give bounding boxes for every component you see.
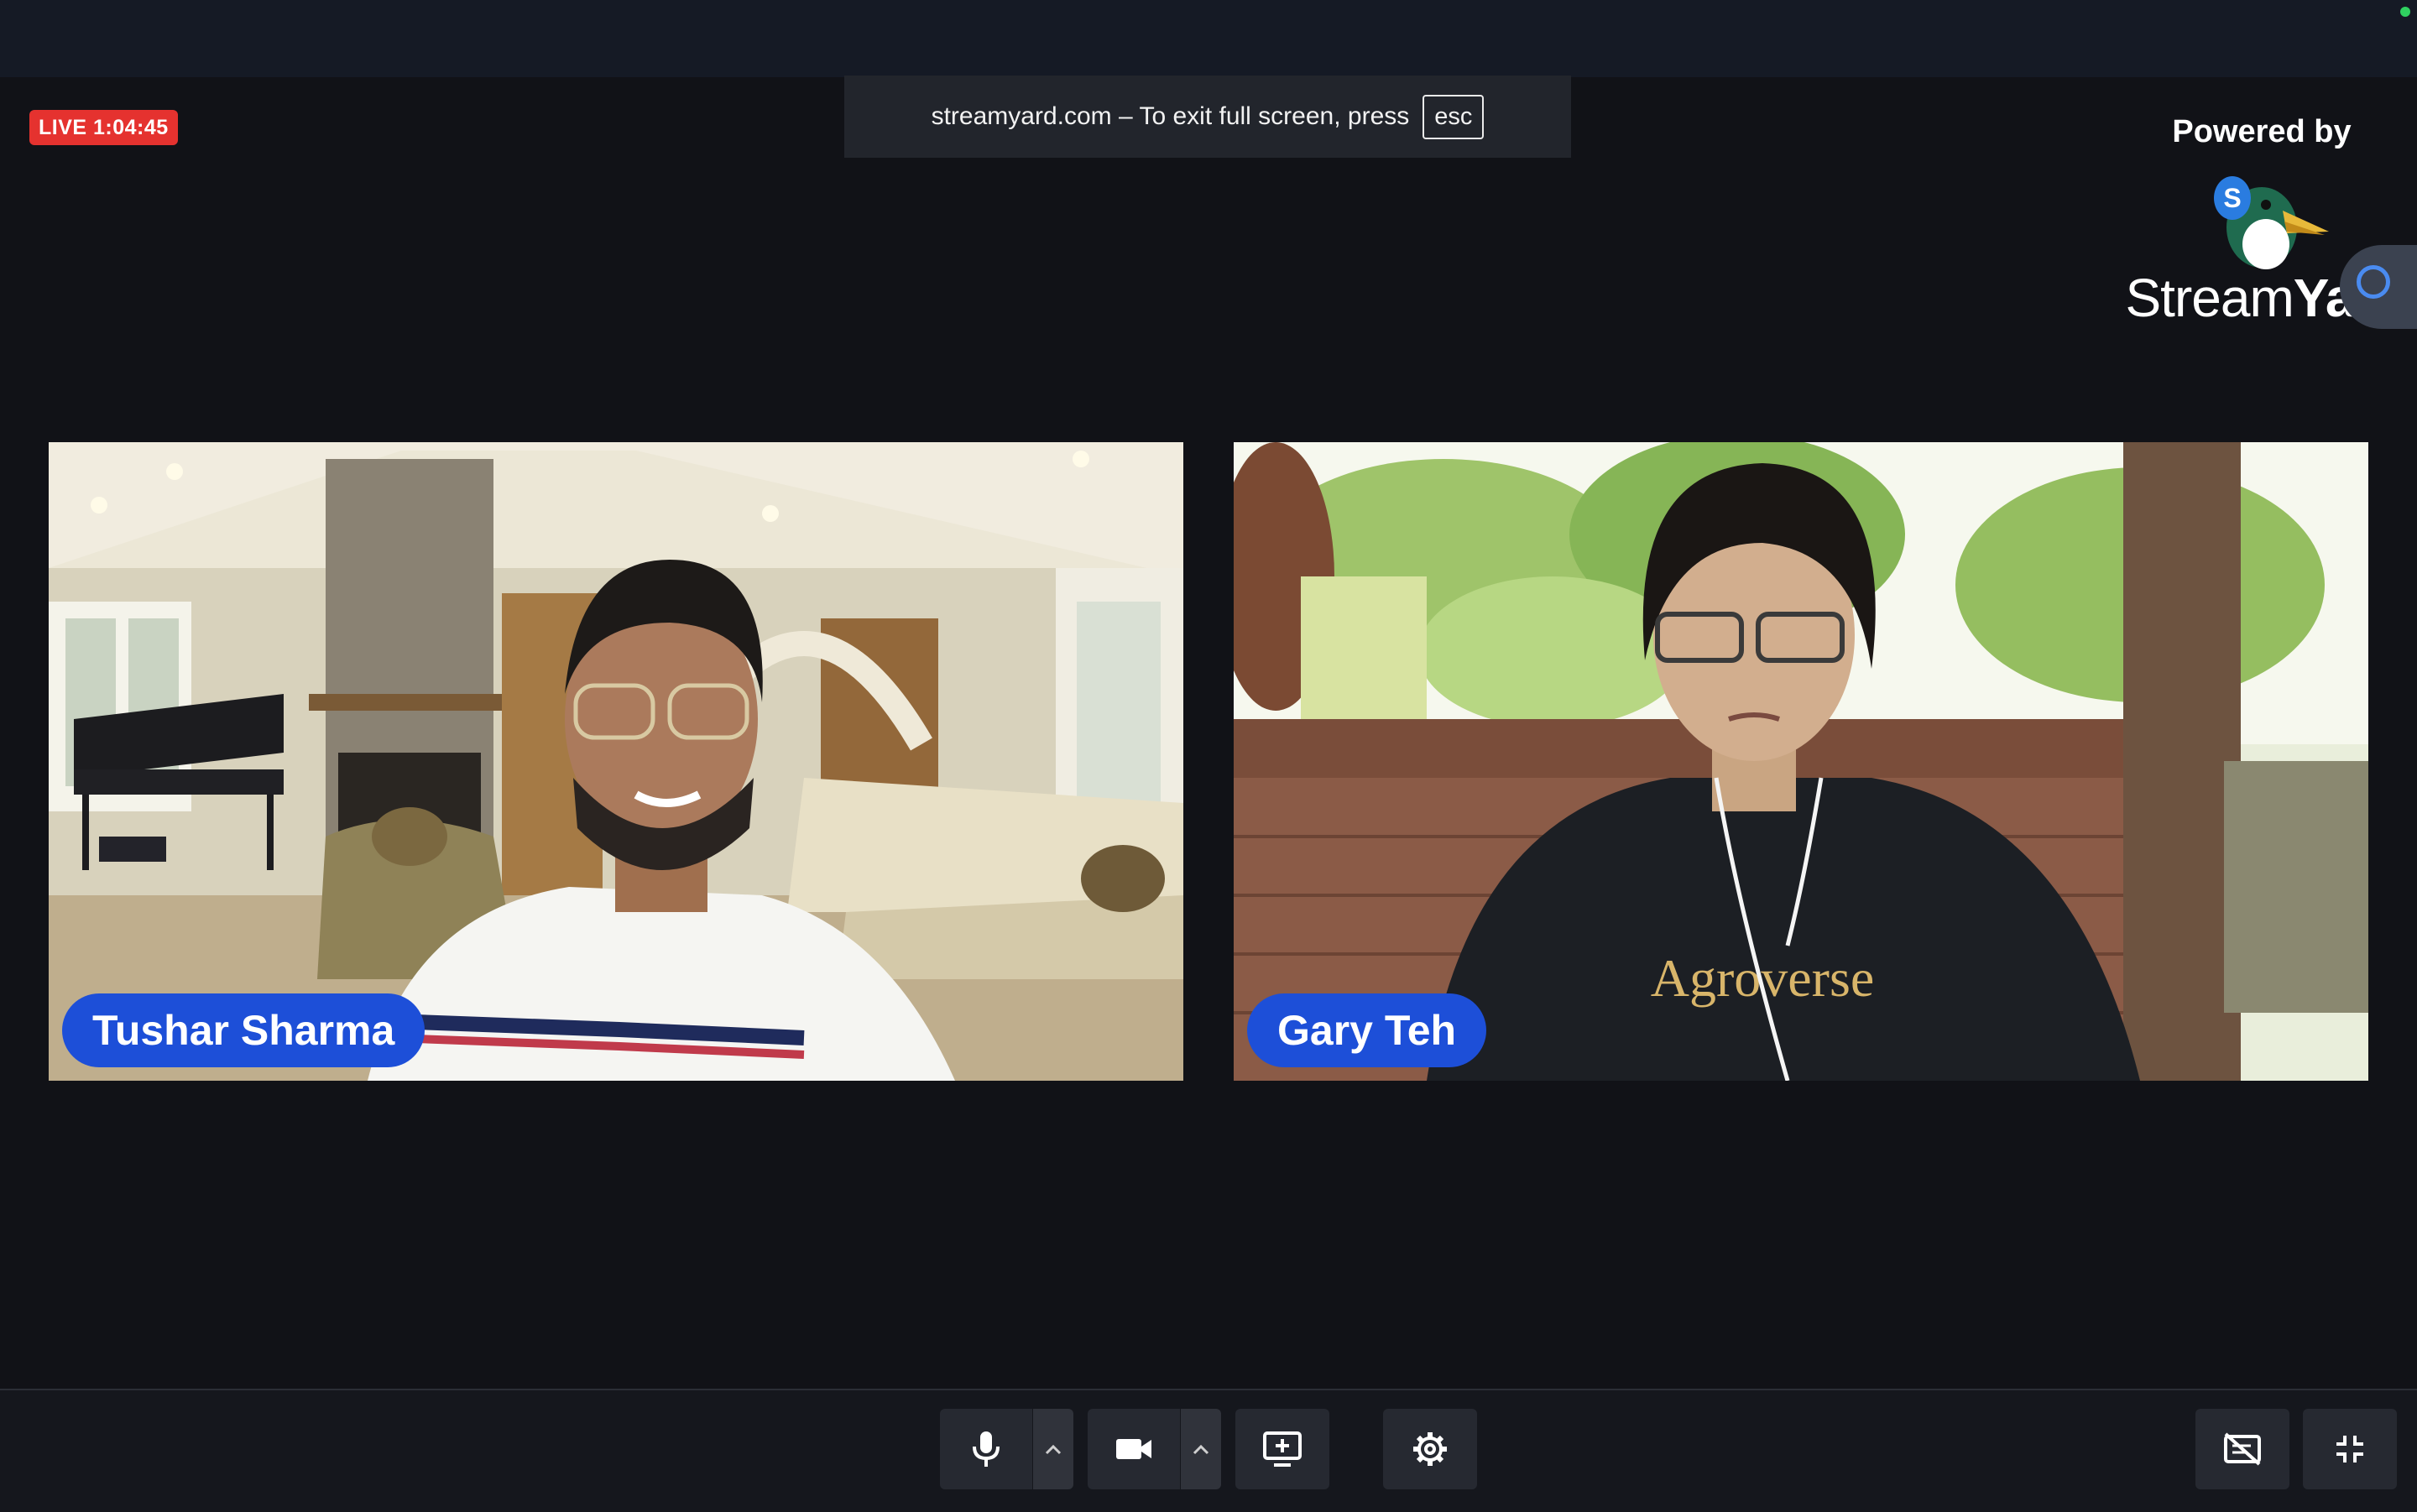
camera-button[interactable] xyxy=(1088,1409,1180,1489)
fullscreen-notice: streamyard.com – To exit full screen, pr… xyxy=(844,76,1571,158)
status-indicator-dot xyxy=(2400,7,2410,17)
powered-by-label: Powered by xyxy=(2172,114,2352,149)
participant-video-tile[interactable]: Tushar Sharma xyxy=(49,442,1183,1081)
side-panel-handle[interactable] xyxy=(2340,245,2417,329)
shirt-print: Agroverse xyxy=(1651,948,1875,1008)
top-bar xyxy=(0,0,2417,77)
logo-letter: S xyxy=(2223,183,2241,213)
video-feed-living-room xyxy=(49,442,1183,1081)
share-screen-icon xyxy=(1263,1431,1302,1467)
microphone-button[interactable] xyxy=(940,1409,1032,1489)
video-feed-outdoor-porch: Agroverse xyxy=(1234,442,2368,1081)
settings-button[interactable] xyxy=(1383,1409,1477,1489)
participant-name-tag: Gary Teh xyxy=(1247,993,1487,1067)
participant-video-tile[interactable]: Agroverse Gary Teh xyxy=(1234,442,2368,1081)
participant-name-tag: Tushar Sharma xyxy=(62,993,425,1067)
gear-icon xyxy=(1413,1432,1447,1466)
fullscreen-notice-text: streamyard.com – To exit full screen, pr… xyxy=(931,102,1410,130)
exit-fullscreen-button[interactable] xyxy=(2303,1409,2397,1489)
live-badge: LIVE 1:04:45 xyxy=(29,110,178,145)
camera-options-button[interactable] xyxy=(1181,1409,1221,1489)
refresh-icon xyxy=(2357,265,2390,299)
microphone-icon xyxy=(973,1431,1000,1467)
wordmark-regular: Stream xyxy=(2125,268,2294,328)
chevron-up-icon xyxy=(1193,1444,1209,1455)
hide-captions-icon xyxy=(2224,1432,2261,1466)
esc-key-hint: esc xyxy=(1423,94,1485,139)
streamyard-duck-logo: S xyxy=(2214,176,2329,269)
chevron-up-icon xyxy=(1045,1444,1062,1455)
microphone-options-button[interactable] xyxy=(1033,1409,1073,1489)
hide-captions-button[interactable] xyxy=(2195,1409,2289,1489)
share-screen-button[interactable] xyxy=(1235,1409,1329,1489)
camera-icon xyxy=(1116,1439,1151,1459)
exit-fullscreen-icon xyxy=(2336,1436,2363,1462)
